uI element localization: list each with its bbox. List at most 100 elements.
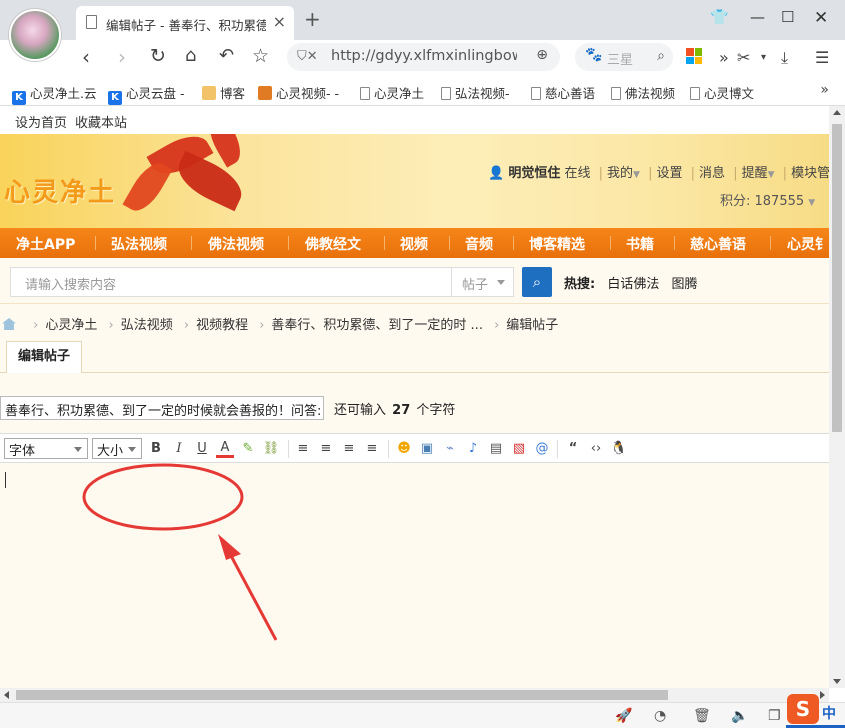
minimize-icon[interactable]: — [750, 8, 765, 26]
tab-close-icon[interactable]: × [273, 12, 286, 31]
window-icon[interactable]: ❐ [768, 708, 781, 724]
volume-icon[interactable]: 🔈 [731, 708, 748, 724]
url-text[interactable]: http://gdyy.xlfmxinlingbow [331, 48, 517, 64]
settings-link[interactable]: 设置 [657, 166, 683, 181]
maximize-icon[interactable]: ☐ [781, 8, 794, 26]
attachment-icon[interactable]: ⌁ [441, 440, 459, 458]
editor-textarea[interactable] [0, 464, 829, 688]
bookmark-item[interactable]: K 心灵净土.云 [12, 83, 96, 105]
bookmark-item[interactable]: 佛法视频 [611, 83, 675, 102]
search-icon[interactable]: ⌕ [657, 48, 665, 64]
tab-edit-post[interactable]: 编辑帖子 [6, 341, 82, 373]
user-name[interactable]: 明觉恒住 [508, 166, 560, 181]
hot-search-item[interactable]: 图腾 [672, 277, 698, 292]
breadcrumb-item[interactable]: 视频教程 [196, 318, 248, 333]
bookmarks-more-icon[interactable]: » [820, 82, 829, 98]
hot-search-item[interactable]: 白话佛法 [607, 277, 659, 292]
nav-item[interactable]: 慈心善语 [690, 234, 746, 254]
font-color-button[interactable]: A [216, 440, 234, 458]
vertical-scrollbar[interactable] [829, 106, 845, 688]
menu-icon[interactable]: ☰ [815, 48, 829, 67]
shirt-icon[interactable]: 👕 [710, 8, 729, 26]
scissors-icon[interactable]: ✂ [737, 48, 750, 67]
nav-item[interactable]: 书籍 [626, 234, 654, 254]
download-icon[interactable]: ⤓ [781, 48, 788, 68]
browser-tab[interactable]: 编辑帖子 - 善奉行、积功累德 × [76, 6, 294, 40]
user-points[interactable]: 积分: 187555 ▼ [720, 190, 815, 209]
breadcrumb-item[interactable]: 善奉行、积功累德、到了一定的时 ... [271, 318, 483, 333]
address-bar[interactable]: ⛉✕ http://gdyy.xlfmxinlingbow ⊕ [287, 43, 560, 71]
breadcrumb-item[interactable]: 弘法视频 [121, 318, 173, 333]
my-menu[interactable]: 我的 [607, 166, 633, 181]
video-icon[interactable]: ▤ [487, 440, 505, 458]
back-icon[interactable]: ‹ [82, 45, 90, 69]
font-select[interactable]: 字体 [4, 438, 88, 459]
horizontal-scrollbar[interactable] [0, 688, 829, 702]
scroll-thumb[interactable] [832, 124, 842, 432]
bookmark-item[interactable]: 心灵博文 [690, 83, 754, 102]
undo-icon[interactable]: ↶ [219, 45, 234, 66]
set-homepage-link[interactable]: 设为首页 [15, 112, 67, 131]
site-title[interactable]: 心灵净土 [4, 172, 116, 209]
align-center-icon[interactable]: ≡ [317, 440, 335, 458]
italic-button[interactable]: I [170, 440, 188, 458]
trash-icon[interactable]: 🗑 [693, 708, 711, 724]
nav-item[interactable]: 心灵钅 [787, 234, 829, 254]
nav-item[interactable]: 博客精选 [529, 234, 585, 254]
bookmark-item[interactable]: K 心灵云盘 - [108, 83, 184, 105]
dropdown-icon[interactable]: ▾ [761, 52, 766, 63]
scroll-down-icon[interactable] [833, 679, 841, 684]
search-type-select[interactable]: 帖子 [452, 267, 514, 297]
align-right-icon[interactable]: ≡ [340, 440, 358, 458]
align-left-icon[interactable]: ≡ [294, 440, 312, 458]
site-search-input[interactable]: 请输入搜索内容 [10, 267, 452, 297]
close-window-icon[interactable]: ✕ [814, 8, 828, 28]
speed-icon[interactable]: ◔ [654, 708, 666, 724]
bookmark-site-link[interactable]: 收藏本站 [75, 112, 127, 131]
at-icon[interactable]: @ [533, 440, 551, 458]
reminders-menu[interactable]: 提醒 [742, 166, 768, 181]
avatar[interactable] [9, 9, 61, 61]
home-icon[interactable]: ⌂ [185, 45, 196, 66]
scroll-thumb[interactable] [16, 690, 668, 700]
rocket-icon[interactable]: 🚀 [615, 708, 632, 724]
music-icon[interactable]: ♪ [464, 440, 482, 458]
code-icon[interactable]: ‹› [587, 440, 605, 458]
star-icon[interactable]: ☆ [252, 45, 269, 67]
highlight-icon[interactable]: ✎ [239, 440, 257, 458]
messages-link[interactable]: 消息 [699, 166, 725, 181]
emoji-icon[interactable]: ☻ [395, 440, 413, 458]
size-select[interactable]: 大小 [92, 438, 142, 459]
bookmark-item[interactable]: 心灵净土 [360, 83, 424, 102]
forward-icon[interactable]: › [118, 45, 126, 69]
underline-button[interactable]: U [193, 440, 211, 458]
reload-icon[interactable]: ↻ [150, 45, 166, 67]
scroll-left-icon[interactable] [4, 691, 9, 699]
breadcrumb-item[interactable]: 心灵净土 [45, 318, 97, 333]
bookmark-item[interactable]: 博客 [202, 83, 245, 102]
scroll-right-icon[interactable] [820, 691, 825, 699]
subject-input[interactable]: 善奉行、积功累德、到了一定的时候就会善报的！问答: [0, 396, 324, 420]
nav-item[interactable]: 弘法视频 [111, 234, 167, 254]
bookmark-item[interactable]: 心灵视频- - [258, 83, 339, 102]
image-icon[interactable]: ▣ [418, 440, 436, 458]
scroll-up-icon[interactable] [833, 110, 841, 115]
nav-item[interactable]: 佛法视频 [208, 234, 264, 254]
browser-search-box[interactable]: 🐾 三星 ⌕ [575, 43, 673, 71]
nav-item[interactable]: 视频 [400, 234, 428, 254]
apps-icon[interactable] [686, 48, 702, 64]
home-icon[interactable] [2, 318, 16, 330]
new-tab-icon[interactable]: + [304, 7, 321, 31]
sogou-ime-icon[interactable]: S [787, 694, 819, 724]
qq-icon[interactable]: 🐧 [610, 440, 628, 458]
nav-item[interactable]: 音频 [465, 234, 493, 254]
link-icon[interactable]: ⛓ [262, 440, 280, 458]
ime-chinese-mode-icon[interactable]: 中 [822, 703, 836, 723]
nav-item[interactable]: 佛教经文 [305, 234, 361, 254]
module-manage-link[interactable]: 模块管 [791, 166, 829, 181]
quote-icon[interactable]: “ [564, 440, 582, 458]
zoom-icon[interactable]: ⊕ [536, 47, 548, 63]
more-extensions-icon[interactable]: » [719, 48, 729, 67]
bookmark-item[interactable]: 弘法视频- [441, 83, 510, 102]
site-search-button[interactable]: ⌕ [522, 267, 552, 297]
